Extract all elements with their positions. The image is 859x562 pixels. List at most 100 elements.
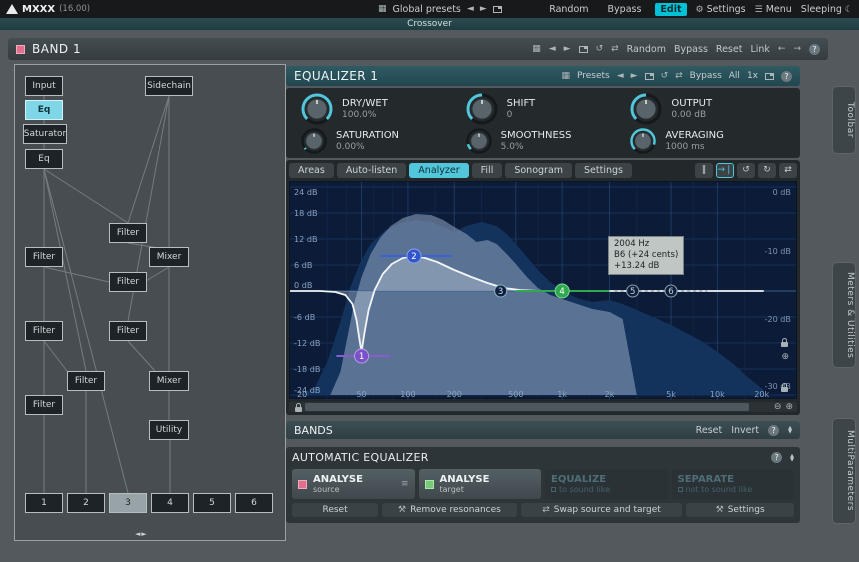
analyse-source-button[interactable]: ANALYSE source ≡ [292, 469, 415, 499]
edit-mode-button[interactable]: Edit [655, 2, 687, 16]
tab-analyzer[interactable]: Analyzer [409, 163, 469, 178]
menu-handle-icon[interactable]: ≡ [401, 479, 409, 489]
help-icon[interactable]: ? [771, 452, 783, 463]
copy-paste-icon[interactable]: ⇄ [611, 44, 619, 54]
crossover-tab[interactable]: Crossover [0, 18, 859, 30]
prev-preset-icon[interactable]: ◄ [467, 4, 474, 14]
band-reset-button[interactable]: Reset [716, 44, 743, 55]
bands-section-header[interactable]: BANDS Reset Invert ? ▲ ▼ [286, 421, 800, 439]
bands-reset-button[interactable]: Reset [696, 425, 723, 436]
settings-button[interactable]: ⚙ Settings [696, 4, 746, 15]
eq-plot[interactable]: 1 2 3 4 5 6 24 dB 18 dB 12 dB 6 dB 0 dB … [289, 181, 797, 400]
shift-knob[interactable] [465, 92, 499, 126]
grid-icon[interactable]: ▦ [378, 4, 387, 14]
collapse-spinner-icon[interactable]: ▲ ▼ [790, 453, 794, 462]
prev-icon[interactable]: ◄ [617, 71, 624, 81]
tab-auto-listen[interactable]: Auto-listen [336, 163, 407, 178]
dry-wet-knob[interactable] [300, 92, 334, 126]
help-icon[interactable]: ? [809, 43, 820, 55]
smoothness-knob[interactable] [465, 127, 493, 155]
detach-window-icon[interactable] [578, 45, 588, 53]
collapse-spinner-icon[interactable]: ▲ ▼ [788, 426, 792, 435]
snap-to-edge-icon[interactable]: →❘ [716, 163, 734, 178]
maximize-icon[interactable] [765, 72, 774, 80]
node-filter[interactable]: Filter [67, 371, 105, 391]
node-output-1[interactable]: 1 [25, 493, 63, 513]
remove-resonances-button[interactable]: ⚒ Remove resonances [382, 503, 517, 517]
swap-source-target-button[interactable]: ⇄ Swap source and target [520, 503, 683, 517]
analyse-target-button[interactable]: ANALYSE target [418, 469, 541, 499]
swap-icon[interactable]: ⇄ [779, 163, 797, 178]
next-icon[interactable]: ► [631, 71, 638, 81]
help-icon[interactable]: ? [781, 70, 792, 82]
node-mixer[interactable]: Mixer [149, 247, 189, 267]
separate-button[interactable]: SEPARATE not to sound like [671, 469, 794, 499]
node-filter[interactable]: Filter [109, 272, 147, 292]
eq-scale-button[interactable]: 1x [747, 71, 758, 81]
band-color-swatch[interactable] [16, 44, 25, 54]
lock-icon[interactable] [781, 383, 788, 392]
graph-h-scrollbar[interactable]: ◄► [135, 530, 148, 538]
node-output-4[interactable]: 4 [151, 493, 189, 513]
menu-button[interactable]: ☰ Menu [755, 4, 792, 15]
prev-icon[interactable]: ◄ [549, 44, 556, 54]
bands-invert-button[interactable]: Invert [731, 425, 759, 436]
undo-icon[interactable]: ↺ [596, 44, 604, 54]
lock-icon[interactable] [295, 402, 302, 412]
node-input[interactable]: Input [25, 76, 63, 96]
auto-eq-reset-button[interactable]: Reset [292, 503, 379, 517]
help-icon[interactable]: ? [768, 424, 780, 436]
node-output-6[interactable]: 6 [235, 493, 273, 513]
tab-settings[interactable]: Settings [575, 163, 632, 178]
node-saturator[interactable]: Saturator [23, 124, 67, 144]
side-tab-meters-utilities[interactable]: Meters & Utilities [832, 262, 856, 368]
node-filter[interactable]: Filter [25, 247, 63, 267]
node-eq[interactable]: Eq [25, 149, 63, 169]
detach-window-icon[interactable] [492, 5, 502, 13]
node-sidechain[interactable]: Sidechain [145, 76, 193, 96]
node-output-2[interactable]: 2 [67, 493, 105, 513]
band-link-button[interactable]: Link [750, 44, 769, 55]
presets-button[interactable]: Presets [577, 71, 610, 81]
node-output-5[interactable]: 5 [193, 493, 231, 513]
band-bypass-button[interactable]: Bypass [674, 44, 708, 55]
band-random-button[interactable]: Random [627, 44, 666, 55]
copy-paste-icon[interactable]: ⇄ [675, 71, 683, 81]
eq-bypass-button[interactable]: Bypass [690, 71, 722, 81]
side-tab-multiparameters[interactable]: MultiParameters [832, 418, 856, 524]
node-filter[interactable]: Filter [109, 223, 147, 243]
saturation-knob[interactable] [300, 127, 328, 155]
tab-fill[interactable]: Fill [471, 163, 503, 178]
undo-icon[interactable]: ↺ [661, 71, 669, 81]
plot-h-scrollbar[interactable]: ⊖ ⊕ [289, 402, 797, 412]
output-knob[interactable] [629, 92, 663, 126]
zoom-in-icon[interactable]: ⊕ [785, 402, 793, 412]
undo-icon[interactable]: ↺ [737, 163, 755, 178]
lock-icon[interactable] [781, 338, 788, 347]
next-preset-icon[interactable]: ► [480, 4, 487, 14]
back-arrow-icon[interactable]: ← [778, 44, 786, 54]
scrollbar-handle[interactable] [305, 403, 749, 411]
pause-icon[interactable]: ‖ [695, 163, 713, 178]
grid-icon[interactable]: ▦ [532, 44, 541, 54]
auto-eq-settings-button[interactable]: ⚒ Settings [686, 503, 794, 517]
node-filter[interactable]: Filter [109, 321, 147, 341]
tab-sonogram[interactable]: Sonogram [505, 163, 573, 178]
node-mixer[interactable]: Mixer [149, 371, 189, 391]
zoom-out-icon[interactable]: ⊖ [774, 402, 782, 412]
next-icon[interactable]: ► [564, 44, 571, 54]
node-output-3[interactable]: 3 [109, 493, 147, 513]
randomize-button[interactable]: Random [544, 3, 593, 16]
bypass-button[interactable]: Bypass [603, 3, 647, 16]
forward-arrow-icon[interactable]: → [793, 44, 801, 54]
eq-all-button[interactable]: All [729, 71, 740, 81]
global-presets-button[interactable]: Global presets [393, 4, 461, 15]
averaging-knob[interactable] [629, 127, 657, 155]
node-utility[interactable]: Utility [149, 420, 189, 440]
zoom-in-icon[interactable]: ⊕ [781, 352, 789, 362]
tab-areas[interactable]: Areas [289, 163, 334, 178]
node-eq-selected[interactable]: Eq [25, 100, 63, 120]
side-tab-toolbar[interactable]: Toolbar [832, 86, 856, 154]
grid-icon[interactable]: ▦ [561, 71, 570, 81]
sleeping-toggle[interactable]: Sleeping ☾ [801, 4, 853, 15]
